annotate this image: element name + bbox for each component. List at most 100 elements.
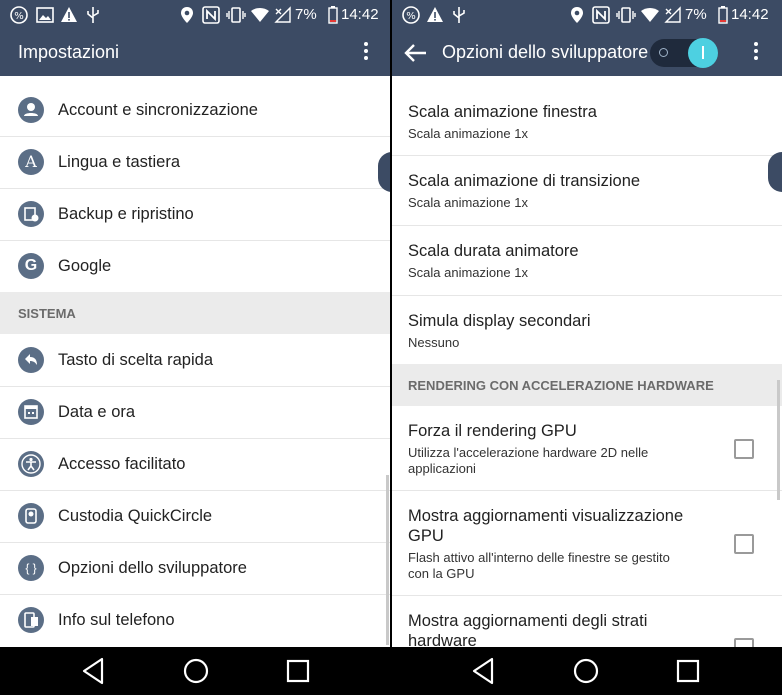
list-item-label: Opzioni dello sviluppatore <box>58 559 247 577</box>
list-item-label: Backup e ripristino <box>58 205 194 223</box>
recent-apps-icon[interactable] <box>658 647 718 695</box>
list-item-label: Accesso facilitato <box>58 455 186 473</box>
usb-icon <box>452 6 466 24</box>
list-item-shortcut-key[interactable]: Tasto di scelta rapida <box>0 334 390 387</box>
home-nav-icon[interactable] <box>556 647 616 695</box>
list-item-transition-animation-scale[interactable]: Scala animazione di transizione Scala an… <box>392 156 782 226</box>
svg-text:%: % <box>406 11 416 22</box>
shortcut-key-icon <box>18 347 44 373</box>
item-summary: applicazioni <box>408 461 476 476</box>
warning-icon <box>60 6 78 24</box>
toggle-knob <box>688 38 718 68</box>
page-title: Opzioni dello sviluppatore <box>442 42 649 62</box>
home-nav-icon[interactable] <box>166 647 226 695</box>
backup-icon <box>18 201 44 227</box>
gpu-view-updates-checkbox[interactable] <box>734 534 754 554</box>
usb-icon <box>86 6 100 24</box>
navigation-bar <box>392 647 782 695</box>
list-item-account[interactable]: Account e sincronizzazione <box>0 84 390 137</box>
toggle-off-icon <box>659 48 668 57</box>
google-icon: G <box>18 253 44 279</box>
status-bar: % 7% 14:42 <box>0 0 390 30</box>
item-title: Simula display secondari <box>408 312 591 330</box>
list-item-language[interactable]: A Lingua e tastiera <box>0 136 390 189</box>
clock: 14:42 <box>341 6 379 23</box>
phone-info-icon <box>18 607 44 633</box>
battery-icon <box>328 6 338 24</box>
battery-percent: 7% <box>685 6 707 23</box>
battery-icon <box>718 6 728 24</box>
developer-options-screen: % 7% 14:42 Opzioni dello sviluppatore Sc… <box>392 0 782 695</box>
back-arrow-icon[interactable] <box>402 41 428 65</box>
signal-icon <box>274 6 292 24</box>
navigation-bar <box>0 647 390 695</box>
list-item-label: Custodia QuickCircle <box>58 507 213 525</box>
item-title: Scala animazione finestra <box>408 103 597 121</box>
list-item-label: Google <box>58 257 112 275</box>
location-icon <box>180 6 194 24</box>
item-summary: con la GPU <box>408 566 475 581</box>
recent-apps-icon[interactable] <box>268 647 328 695</box>
item-summary: Utilizza l'accelerazione hardware 2D nel… <box>408 445 649 460</box>
warning-icon <box>426 6 444 24</box>
wifi-icon <box>640 6 660 24</box>
item-title: Mostra aggiornamenti visualizzazione <box>408 507 684 525</box>
percent-badge-icon: % <box>402 6 420 24</box>
battery-percent: 7% <box>295 6 317 23</box>
list-item-window-animation-scale[interactable]: Scala animazione finestra Scala animazio… <box>392 87 782 156</box>
developer-icon: { } <box>18 555 44 581</box>
item-title: Scala animazione di transizione <box>408 172 641 190</box>
settings-screen: % 7% 14:42 Impostazioni Account e sincro… <box>0 0 390 695</box>
language-icon: A <box>18 149 44 175</box>
clock: 14:42 <box>731 6 769 23</box>
item-title: Mostra aggiornamenti degli strati <box>408 612 648 630</box>
list-item-label: Data e ora <box>58 403 136 421</box>
signal-icon <box>664 6 682 24</box>
overflow-menu-icon[interactable] <box>746 40 766 66</box>
item-title: Scala durata animatore <box>408 242 579 260</box>
wifi-icon <box>250 6 270 24</box>
svg-text:%: % <box>14 11 24 22</box>
list-item-force-gpu-rendering[interactable]: Forza il rendering GPU Utilizza l'accele… <box>392 406 782 491</box>
vibrate-icon <box>226 6 246 24</box>
list-item-accessibility[interactable]: Accesso facilitato <box>0 438 390 491</box>
item-summary: Scala animazione 1x <box>408 195 528 210</box>
item-title: GPU <box>408 527 444 545</box>
item-summary: Flash attivo all'interno delle finestre … <box>408 550 670 565</box>
quickcircle-icon <box>18 503 44 529</box>
force-gpu-checkbox[interactable] <box>734 439 754 459</box>
nfc-icon <box>202 6 220 24</box>
page-title: Impostazioni <box>18 42 120 62</box>
item-summary: Nessuno <box>408 335 460 350</box>
back-nav-icon[interactable] <box>66 647 126 695</box>
back-nav-icon[interactable] <box>456 647 516 695</box>
scrollbar[interactable] <box>777 380 780 500</box>
list-item-developer-options[interactable]: { } Opzioni dello sviluppatore <box>0 542 390 595</box>
list-item-label: Info sul telefono <box>58 611 175 629</box>
list-item-phone-info[interactable]: Info sul telefono <box>0 594 390 646</box>
list-item-date-time[interactable]: Data e ora <box>0 386 390 439</box>
percent-badge-icon: % <box>10 6 28 24</box>
vibrate-icon <box>616 6 636 24</box>
app-bar: Opzioni dello sviluppatore <box>392 30 782 76</box>
nfc-icon <box>592 6 610 24</box>
list-item-backup[interactable]: Backup e ripristino <box>0 188 390 241</box>
list-item-simulate-secondary-displays[interactable]: Simula display secondari Nessuno <box>392 296 782 364</box>
section-header-system: SISTEMA <box>0 292 390 334</box>
developer-options-toggle[interactable] <box>650 38 718 68</box>
scrollbar[interactable] <box>386 475 389 645</box>
list-item-animator-duration-scale[interactable]: Scala durata animatore Scala animazione … <box>392 226 782 296</box>
status-bar: % 7% 14:42 <box>392 0 782 30</box>
accessibility-icon <box>18 451 44 477</box>
quick-handle-tab[interactable] <box>378 152 390 192</box>
image-icon <box>36 6 54 24</box>
overflow-menu-icon[interactable] <box>356 40 376 66</box>
quick-handle-tab[interactable] <box>768 152 782 192</box>
list-item-label: Tasto di scelta rapida <box>58 351 214 369</box>
item-title: Forza il rendering GPU <box>408 422 577 440</box>
list-item-show-gpu-view-updates[interactable]: Mostra aggiornamenti visualizzazione GPU… <box>392 491 782 596</box>
calendar-icon <box>18 399 44 425</box>
list-item-quickcircle[interactable]: Custodia QuickCircle <box>0 490 390 543</box>
list-item-google[interactable]: G Google <box>0 240 390 292</box>
item-summary: Scala animazione 1x <box>408 265 528 280</box>
